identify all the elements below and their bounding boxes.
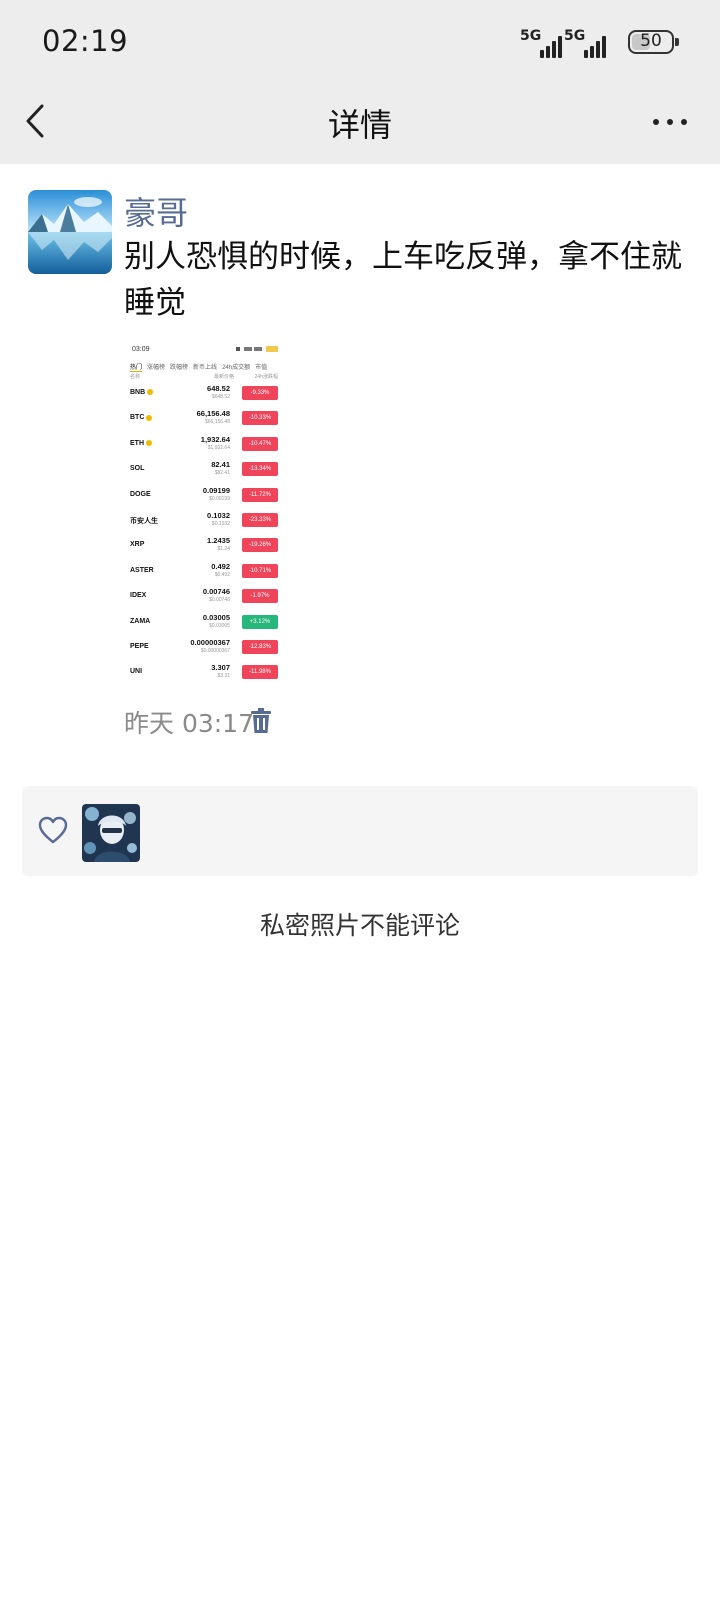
market-price: 648.52	[207, 384, 230, 393]
hot-icon	[146, 439, 152, 446]
market-symbol: ETH	[130, 440, 152, 447]
market-symbol: 币安人生	[130, 518, 158, 525]
author-avatar[interactable]	[28, 190, 112, 274]
market-price-usd: $0.1032	[211, 521, 230, 527]
market-change-badge: -12.83%	[242, 640, 278, 654]
market-price: 66,156.48	[196, 409, 230, 419]
author-name[interactable]: 豪哥	[124, 188, 188, 234]
market-row: BNB 648.52 $648.52 -9.33%	[130, 382, 278, 406]
market-row: 币安人生 0.1032 $0.1032 -23.33%	[130, 509, 278, 533]
liker-avatar[interactable]	[82, 804, 140, 862]
market-change-badge: -19.26%	[242, 538, 278, 553]
image-tab: 热门	[130, 365, 143, 372]
market-symbol: SOL	[130, 465, 145, 473]
market-change-badge: -13.34%	[242, 462, 278, 477]
signal-5g-icon: 5G	[564, 28, 608, 58]
market-price-usd: $1.24	[217, 546, 230, 553]
image-tab: 涨幅榜	[147, 365, 166, 371]
market-change-badge: -11.98%	[242, 665, 278, 680]
likes-section	[22, 786, 698, 876]
market-price: 0.1032	[207, 511, 230, 520]
market-price: 1.2435	[207, 536, 230, 546]
market-row: DOGE 0.09199 $0.09199 -11.72%	[130, 484, 278, 508]
market-row: SOL 82.41 $82.41 -13.34%	[130, 458, 278, 482]
battery-icon: 50	[628, 30, 679, 54]
market-change-badge: +3.12%	[242, 614, 278, 629]
market-price-usd: $0.00746	[209, 597, 230, 604]
market-symbol: ASTER	[130, 566, 154, 574]
market-price-usd: $0.09199	[209, 495, 230, 502]
more-button[interactable]	[648, 110, 692, 134]
market-price-usd: $0.03005	[209, 622, 230, 629]
market-symbol: IDEX	[130, 592, 147, 600]
trash-icon	[251, 708, 271, 733]
market-change-badge: -11.72%	[242, 487, 278, 502]
market-row: ASTER 0.492 $0.492 -10.71%	[130, 560, 278, 584]
market-price: 0.492	[211, 561, 230, 571]
market-change-badge: -9.33%	[242, 386, 278, 400]
image-tab: 市值	[255, 365, 268, 371]
market-price-usd: $1,932.64	[207, 444, 230, 451]
market-price: 0.00000367	[190, 638, 230, 647]
post-text: 别人恐惧的时候，上车吃反弹，拿不住就睡觉	[124, 239, 682, 321]
market-row: BTC 66,156.48 $66,156.48 -10.33%	[130, 407, 278, 431]
market-price: 0.09199	[202, 485, 230, 495]
delete-button[interactable]	[250, 708, 272, 734]
market-change-badge: -10.47%	[242, 436, 278, 451]
market-price: 82.41	[211, 460, 230, 470]
post-time: 昨天 03:17	[124, 709, 254, 738]
market-row: ETH 1,932.64 $1,932.64 -10.47%	[130, 433, 278, 457]
image-tab: 24h成交额	[222, 365, 251, 371]
page-title: 详情	[327, 106, 392, 144]
heart-outline-icon	[38, 816, 68, 844]
market-row: ZAMA 0.03005 $0.03005 +3.12%	[130, 611, 278, 635]
more-dots-icon	[653, 119, 687, 125]
market-price-usd: $0.492	[214, 571, 230, 578]
image-status-icons	[236, 346, 278, 352]
market-price: 0.03005	[202, 612, 230, 622]
image-column-headers: 名称 最新价格 24h涨跌幅	[130, 374, 278, 380]
market-row: XRP 1.2435 $1.24 -19.26%	[130, 534, 278, 558]
market-symbol: BNB	[130, 389, 154, 396]
market-row: PEPE 0.00000367 $0.00000367 -12.83%	[130, 636, 278, 660]
market-price-usd: $648.52	[211, 394, 230, 400]
market-price: 0.00746	[202, 587, 230, 597]
market-row: UNI 3.307 $3.31 -11.98%	[130, 661, 278, 685]
image-tabs: 热门 涨幅榜 跌幅榜 新币上线 24h成交额 市值	[130, 362, 272, 372]
image-tab: 新币上线	[193, 365, 218, 371]
market-symbol: DOGE	[130, 490, 151, 498]
hot-icon	[147, 389, 154, 396]
market-change-badge: -23.33%	[242, 513, 278, 527]
market-symbol: XRP	[130, 541, 145, 549]
market-price-usd: $3.31	[217, 673, 230, 680]
market-change-badge: -1.97%	[242, 589, 278, 604]
market-change-badge: -10.71%	[242, 563, 278, 578]
image-status-time: 03:09	[132, 346, 150, 353]
market-price-usd: $82.41	[214, 470, 230, 477]
market-price-usd: $0.00000367	[200, 648, 230, 654]
market-symbol: BTC	[130, 414, 153, 421]
signal-5g-icon: 5G	[520, 28, 564, 58]
status-time: 02:19	[42, 24, 129, 58]
private-comment-notice: 私密照片不能评论	[259, 911, 460, 940]
market-symbol: ZAMA	[130, 617, 151, 625]
market-price: 1,932.64	[200, 434, 230, 444]
market-change-badge: -10.33%	[242, 411, 278, 426]
market-row: IDEX 0.00746 $0.00746 -1.97%	[130, 585, 278, 609]
top-bar: 02:19 5G 5G 50 详情	[0, 0, 720, 164]
market-price-usd: $66,156.48	[204, 419, 230, 426]
hot-icon	[146, 414, 153, 421]
market-symbol: UNI	[130, 668, 143, 676]
market-symbol: PEPE	[130, 643, 149, 650]
market-price: 3.307	[211, 663, 230, 673]
image-tab: 跌幅榜	[170, 365, 189, 371]
post-image[interactable]: 03:09 热门 涨幅榜 跌幅榜 新币上线 24h成交额 市值 名称 最新价格 24h涨跌…	[124, 342, 284, 702]
